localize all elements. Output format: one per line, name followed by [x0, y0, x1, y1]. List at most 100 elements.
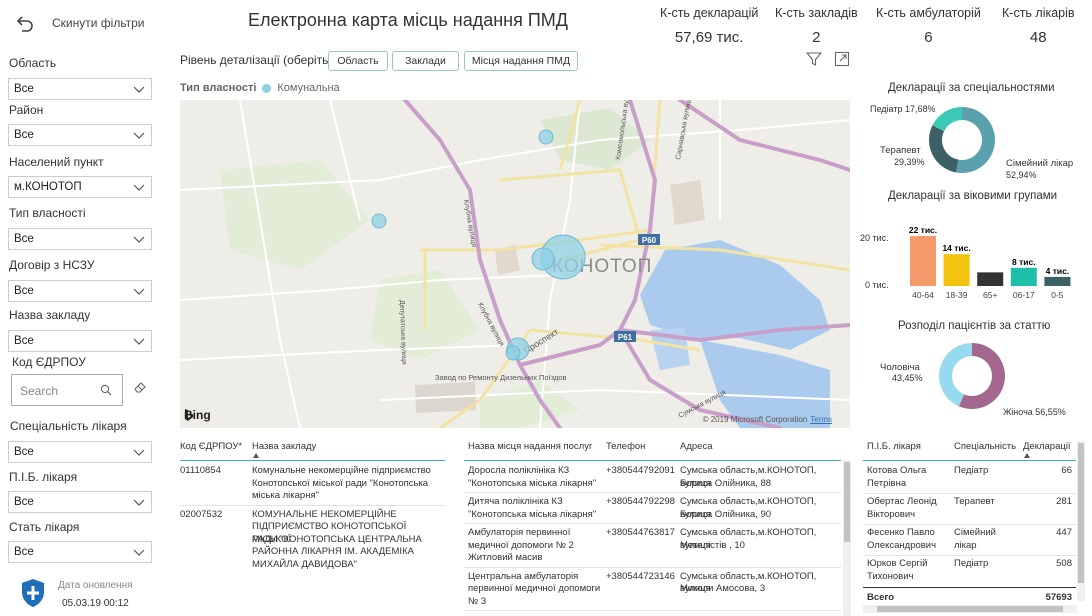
filter-doctor-value: Все — [14, 496, 34, 508]
specialty-label-pediatr: Педіатр 17,68% — [870, 104, 936, 114]
kpi-label: К-сть амбулаторій — [876, 6, 981, 20]
doctors-table: П.І.Б. лікаря Спеціальність Декларації К… — [863, 441, 1085, 616]
filter-facility-value: Все — [14, 335, 34, 347]
edrpou-search-input[interactable]: Search — [11, 374, 123, 406]
chart-gender-title: Розподіл пацієнтів за статтю — [898, 320, 1051, 332]
filter-gender-label: Стать лікаря — [9, 520, 80, 534]
map-copyright-text: © 2019 Microsoft Corporation — [702, 415, 808, 424]
declarations-cell: 447 — [1056, 527, 1072, 538]
search-icon — [100, 384, 112, 396]
doctors-scrollbar[interactable] — [1077, 441, 1085, 601]
level-oblast-button[interactable]: Область — [328, 51, 388, 71]
phone-cell: +380544792091 — [606, 465, 675, 476]
column-header-declarations[interactable]: Декларації — [1023, 441, 1071, 452]
places-scrollbar[interactable] — [843, 460, 851, 616]
edrpou-cell: 01110854 — [180, 465, 221, 476]
doctor-name-cell: Петрівна — [867, 477, 907, 489]
specialty-cell: Терапевт — [954, 496, 995, 507]
legend-dot — [262, 83, 272, 93]
filter-facility-label: Назва закладу — [9, 308, 91, 322]
bar-category-label: 18-39 — [946, 290, 968, 300]
filter-settlement-value: м.КОНОТОП — [14, 181, 82, 193]
chart-specialty-title: Декларації за спеціальностями — [888, 82, 1055, 94]
filter-doctor-select[interactable]: Все — [8, 491, 152, 513]
column-header-phone[interactable]: Телефон — [606, 441, 645, 452]
filter-contract-select[interactable]: Все — [8, 280, 152, 302]
kpi-ambulatories: К-сть амбулаторій 6 — [876, 6, 981, 46]
address-cell: Бориса Олійника, 90 — [680, 508, 772, 520]
map-bubble[interactable] — [531, 247, 555, 271]
bar-category-label: 40-64 — [912, 290, 934, 300]
filter-icon[interactable] — [806, 51, 822, 67]
specialty-label-family: Сімейний лікар — [1006, 158, 1074, 169]
filter-oblast-select[interactable]: Все — [8, 78, 152, 100]
map-bubble[interactable] — [371, 213, 387, 229]
places-table: Назва місця надання послуг Телефон Адрес… — [464, 441, 852, 616]
row-divider — [863, 524, 1076, 525]
column-header-specialty[interactable]: Спеціальність — [954, 441, 1016, 452]
specialty-cell: лікар — [954, 539, 977, 551]
scrollbar-thumb[interactable] — [1078, 443, 1084, 583]
bar-data-label: 14 тис. — [942, 243, 970, 253]
kpi-value: 57,69 тис. — [674, 29, 744, 46]
column-header-address[interactable]: Адреса — [680, 441, 712, 452]
filter-raion-select[interactable]: Все — [8, 124, 152, 146]
scrollbar-thumb[interactable] — [877, 606, 1063, 612]
age-bar-chart[interactable]: 22 тис. 40-64 14 тис. 18-39 65+ 8 тис. 06-17 4 … — [905, 214, 1075, 304]
kpi-facilities: К-сть закладів 2 — [775, 6, 858, 46]
column-header-facility-name[interactable]: Назва закладу — [252, 441, 316, 452]
reset-filters-button[interactable]: Скинути фільтри — [16, 14, 145, 32]
gender-label-female: Жіноча 56,55% — [1003, 407, 1066, 417]
map-terms-link[interactable]: Terms — [810, 415, 832, 424]
doctors-hscrollbar[interactable] — [863, 605, 1077, 613]
bing-icon — [185, 409, 193, 421]
bar-65+[interactable] — [977, 272, 1004, 286]
update-date-label: Дата оновлення — [58, 580, 133, 591]
total-value: 57693 — [1045, 592, 1072, 603]
bar-06-17[interactable] — [1010, 267, 1037, 286]
filter-oblast-label: Область — [9, 56, 57, 70]
road-label-r61: Р61 — [618, 333, 633, 342]
scrollbar-thumb[interactable] — [844, 462, 850, 542]
declarations-cell: 281 — [1056, 496, 1072, 507]
focus-mode-icon[interactable] — [834, 51, 850, 67]
declarations-cell: 508 — [1056, 558, 1072, 569]
filter-specialty-label: Спеціальність лікаря — [10, 419, 127, 433]
gender-donut-slices — [939, 343, 1005, 409]
bar-data-label: 8 тис. — [1012, 257, 1036, 267]
filter-ownership-select[interactable]: Все — [8, 228, 152, 250]
level-facilities-button[interactable]: Заклади — [392, 51, 459, 71]
column-header-place-name[interactable]: Назва місця надання послуг — [468, 441, 592, 452]
bar-40-64[interactable] — [910, 236, 936, 286]
gender-label-male-pct: 43,45% — [892, 373, 923, 383]
filter-gender-select[interactable]: Все — [8, 541, 152, 563]
bar-0-5[interactable] — [1044, 276, 1071, 286]
gender-donut[interactable] — [936, 340, 1008, 412]
filter-specialty-value: Все — [14, 446, 34, 458]
specialty-cell: Педіатр — [954, 465, 989, 476]
eraser-icon[interactable] — [133, 380, 147, 394]
place-name-cell: первинної медичної допомоги — [468, 583, 601, 594]
filter-settlement-select[interactable]: м.КОНОТОП — [8, 176, 152, 198]
filter-sidebar: Скинути фільтри Область Все Район Все На… — [0, 0, 160, 616]
specialty-label-therapist-pct: 29,39% — [894, 157, 925, 167]
kpi-doctors: К-сть лікарів 48 — [1002, 6, 1075, 46]
donut-slice-педіатр[interactable] — [932, 107, 962, 132]
column-header-edrpou[interactable]: Код ЄДРПОУ* — [180, 441, 242, 452]
facility-name-cell: Комунальне некомерційне підприємство — [252, 465, 431, 476]
total-divider — [863, 587, 1076, 588]
donut-slice-терапевт[interactable] — [929, 125, 959, 173]
chevron-down-icon — [133, 338, 145, 345]
bar-18-39[interactable] — [943, 254, 970, 286]
row-divider — [863, 555, 1076, 556]
chevron-down-icon — [133, 184, 145, 191]
map-view[interactable]: Р60 Р61 Клубна вулиця Депутатська вулиця… — [180, 100, 850, 428]
chevron-down-icon — [133, 86, 145, 93]
map-bubble[interactable] — [538, 129, 554, 145]
map-bubble[interactable] — [505, 345, 521, 361]
filter-facility-select[interactable]: Все — [8, 330, 152, 352]
filter-specialty-select[interactable]: Все — [8, 441, 152, 463]
level-places-button[interactable]: Місця надання ПМД — [464, 51, 578, 71]
address-cell: Бориса Олійника, 88 — [680, 477, 772, 489]
column-header-doctor[interactable]: П.І.Б. лікаря — [867, 441, 921, 452]
